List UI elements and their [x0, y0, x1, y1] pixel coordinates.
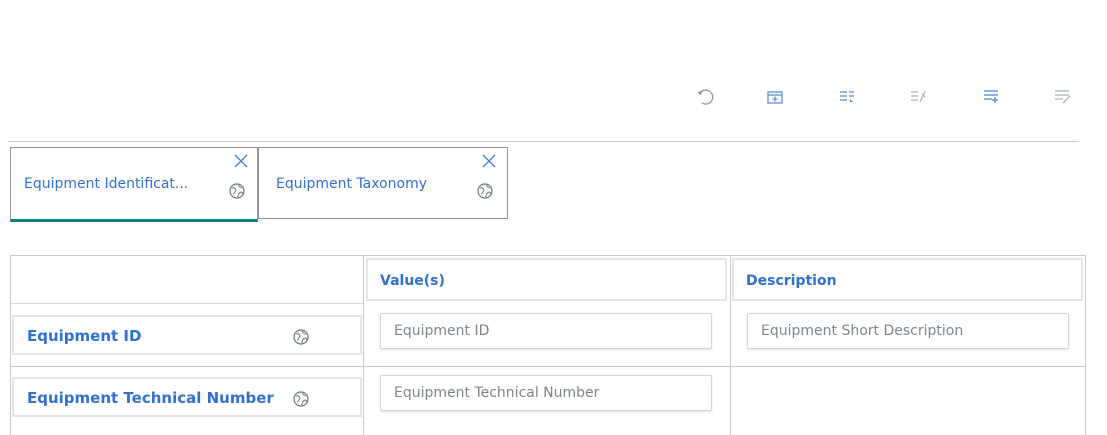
insert-row-button[interactable] [978, 84, 1004, 110]
field-label: Equipment Technical Number [27, 389, 274, 407]
grid-col-line [1085, 255, 1086, 435]
close-icon[interactable] [481, 153, 497, 169]
grid-header-divider [10, 303, 363, 304]
tab-equipment-identification[interactable]: Equipment Identificat... [10, 147, 258, 222]
collapse-rows-icon [911, 90, 926, 103]
grid-top-border [10, 255, 1086, 256]
globe-icon[interactable] [292, 390, 310, 408]
collapse-rows-button[interactable] [905, 84, 931, 110]
expand-rows-button[interactable] [834, 84, 860, 110]
field-label: Equipment ID [27, 327, 142, 345]
undo-button[interactable] [692, 84, 718, 110]
equipment-short-description-input[interactable] [747, 313, 1069, 349]
grid-col-line [10, 255, 11, 435]
close-icon[interactable] [233, 153, 249, 169]
toolbar-divider [8, 141, 1079, 142]
equipment-technical-number-input[interactable] [380, 375, 712, 411]
expand-rows-icon [840, 91, 854, 102]
equipment-grid: Value(s) Description Equipment ID Equipm… [10, 255, 1086, 435]
row-name-equipment-id: Equipment ID [12, 315, 362, 355]
grid-col-line [363, 255, 364, 435]
header-description-label: Description [746, 273, 837, 289]
insert-row-icon [984, 90, 998, 103]
row-name-equipment-technical-number: Equipment Technical Number [12, 377, 362, 417]
remove-row-icon [1055, 90, 1071, 104]
globe-icon[interactable] [228, 182, 246, 200]
undo-icon [697, 89, 714, 105]
tab-label: Equipment Taxonomy [276, 176, 428, 192]
header-values-label: Value(s) [380, 273, 445, 289]
tab-equipment-taxonomy[interactable]: Equipment Taxonomy [258, 147, 508, 219]
globe-icon[interactable] [292, 328, 310, 346]
grid-col-line [730, 255, 731, 435]
add-row-button[interactable] [762, 84, 788, 110]
header-description: Description [732, 258, 1083, 301]
remove-row-button[interactable] [1049, 84, 1075, 110]
tab-label: Equipment Identificat... [24, 176, 189, 192]
header-values: Value(s) [366, 258, 727, 301]
equipment-id-input[interactable] [380, 313, 712, 349]
globe-icon[interactable] [476, 182, 494, 200]
toolbar [0, 84, 1107, 114]
add-row-icon [767, 91, 783, 104]
grid-row-divider [10, 366, 1086, 367]
